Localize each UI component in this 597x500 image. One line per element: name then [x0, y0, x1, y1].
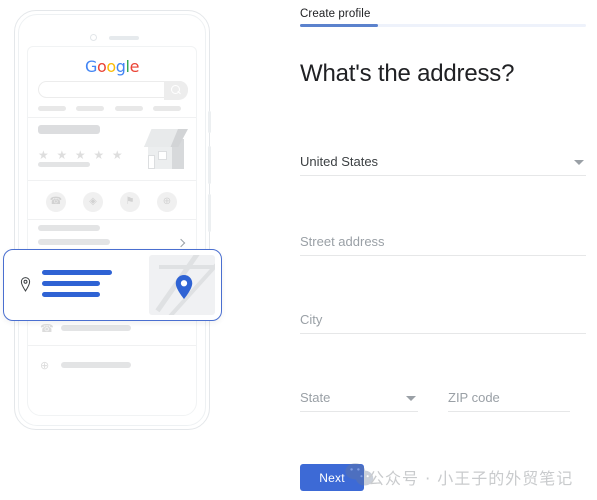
address-bar [42, 270, 112, 275]
globe-icon: ⊕ [40, 359, 50, 372]
highlighted-address-card[interactable] [3, 249, 222, 321]
website-placeholder-bar [61, 362, 131, 368]
watermark-text: 公众号 · 小王子的外贸笔记 [368, 469, 574, 488]
address-bar [42, 281, 100, 286]
star-icon: ★ [56, 148, 68, 162]
website-icon[interactable]: ⊕ [157, 192, 177, 212]
star-icon: ★ [38, 148, 49, 162]
app-screen: Google ★ ★ ★ ★ ★ ☎ ◈ ⚑ ⊕ ☎ ⊕ Create prof… [0, 0, 597, 500]
divider [28, 117, 196, 118]
phone-icon: ☎ [40, 322, 54, 335]
city-placeholder: City [300, 312, 323, 327]
star-icon: ★ [74, 148, 86, 162]
save-icon[interactable]: ⚑ [120, 192, 140, 212]
phone-speaker [109, 36, 139, 40]
chevron-down-icon[interactable] [574, 160, 584, 165]
storefront-icon [144, 125, 188, 169]
chevron-down-icon[interactable] [406, 396, 416, 401]
zip-code-input[interactable]: ZIP code [448, 384, 570, 412]
step-label: Create profile [300, 8, 371, 20]
state-placeholder: State [300, 390, 331, 405]
chevron-right-icon[interactable] [176, 238, 186, 248]
state-select[interactable]: State [300, 384, 418, 412]
phone-volume-down-button [208, 194, 211, 232]
filter-chip[interactable] [76, 106, 105, 111]
divider [28, 180, 196, 181]
phone-illustration: Google ★ ★ ★ ★ ★ ☎ ◈ ⚑ ⊕ ☎ ⊕ [0, 0, 240, 500]
action-button-row: ☎ ◈ ⚑ ⊕ [28, 182, 196, 220]
business-summary-card: ★ ★ ★ ★ ★ [28, 119, 196, 181]
business-name-placeholder-bar [38, 125, 100, 134]
directions-icon[interactable]: ◈ [83, 192, 103, 212]
address-line-bars [42, 270, 112, 303]
star-icon: ★ [93, 148, 105, 162]
phone-side-button [208, 111, 211, 133]
map-thumbnail[interactable] [149, 255, 215, 315]
page-title: What's the address? [300, 60, 515, 87]
progress-bar-track [300, 24, 586, 27]
star-icon: ★ [111, 148, 123, 162]
divider [28, 345, 196, 346]
city-input[interactable]: City [300, 306, 586, 334]
filter-chip[interactable] [114, 106, 143, 111]
filter-chip[interactable] [153, 106, 182, 111]
street-address-input[interactable]: Street address [300, 228, 586, 256]
detail-placeholder-bar [38, 225, 100, 231]
street-address-placeholder: Street address [300, 234, 385, 249]
divider [28, 219, 196, 220]
create-profile-panel: Create profile What's the address? Unite… [280, 0, 597, 500]
call-icon[interactable]: ☎ [46, 192, 66, 212]
address-bar [42, 292, 100, 297]
map-marker-icon [175, 275, 193, 299]
search-icon[interactable] [164, 81, 188, 100]
google-logo: Google [84, 57, 140, 76]
filter-chip[interactable] [38, 106, 66, 111]
detail-placeholder-bar [38, 239, 110, 245]
country-select[interactable]: United States [300, 148, 586, 176]
website-row[interactable]: ⊕ [28, 349, 196, 382]
phone-screen: Google ★ ★ ★ ★ ★ ☎ ◈ ⚑ ⊕ ☎ ⊕ [27, 46, 197, 416]
search-input[interactable] [38, 81, 188, 100]
country-select-value: United States [300, 154, 379, 169]
phone-volume-up-button [208, 146, 211, 184]
phone-placeholder-bar [61, 325, 131, 331]
phone-camera-icon [90, 34, 97, 41]
location-pin-icon [20, 277, 31, 292]
progress-bar-fill [300, 24, 378, 27]
zip-code-placeholder: ZIP code [448, 390, 500, 405]
business-meta-placeholder-bar [38, 162, 90, 167]
